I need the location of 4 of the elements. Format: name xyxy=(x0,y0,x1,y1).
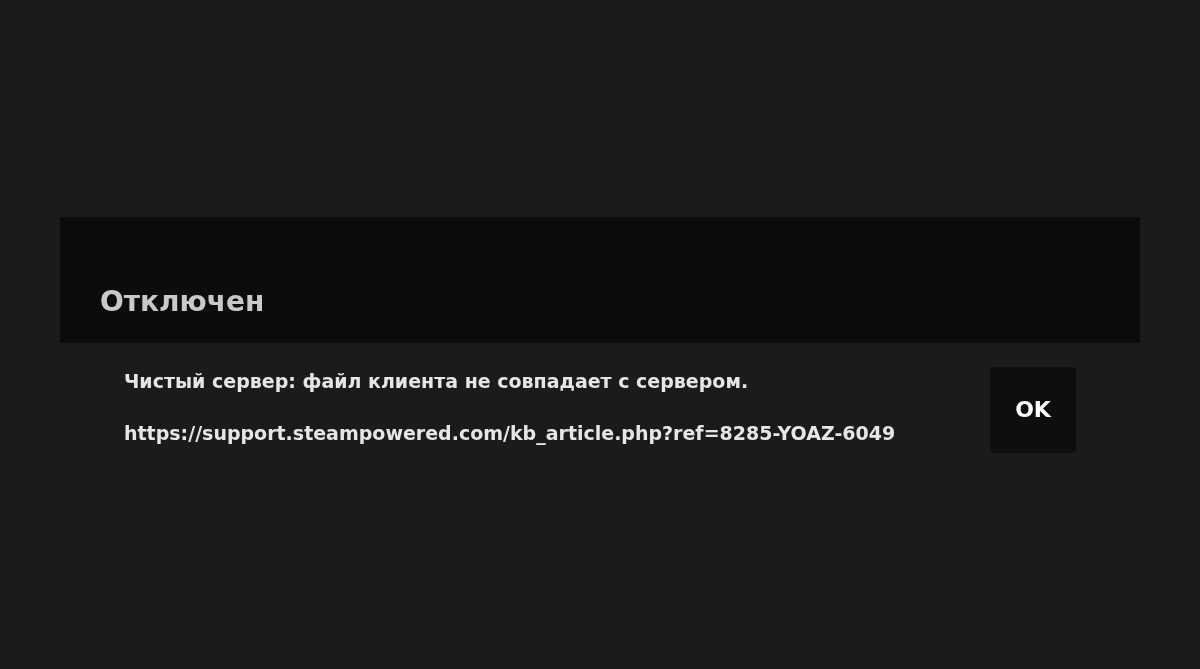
dialog-title: Отключен xyxy=(100,284,265,318)
ok-button[interactable]: OK xyxy=(990,366,1076,453)
error-message: Чистый сервер: файл клиента не совпадает с сервером. xyxy=(124,368,750,394)
support-link[interactable]: https://support.steampowered.com/kb_article.php?ref=8285-YOAZ-6049 xyxy=(124,419,896,448)
